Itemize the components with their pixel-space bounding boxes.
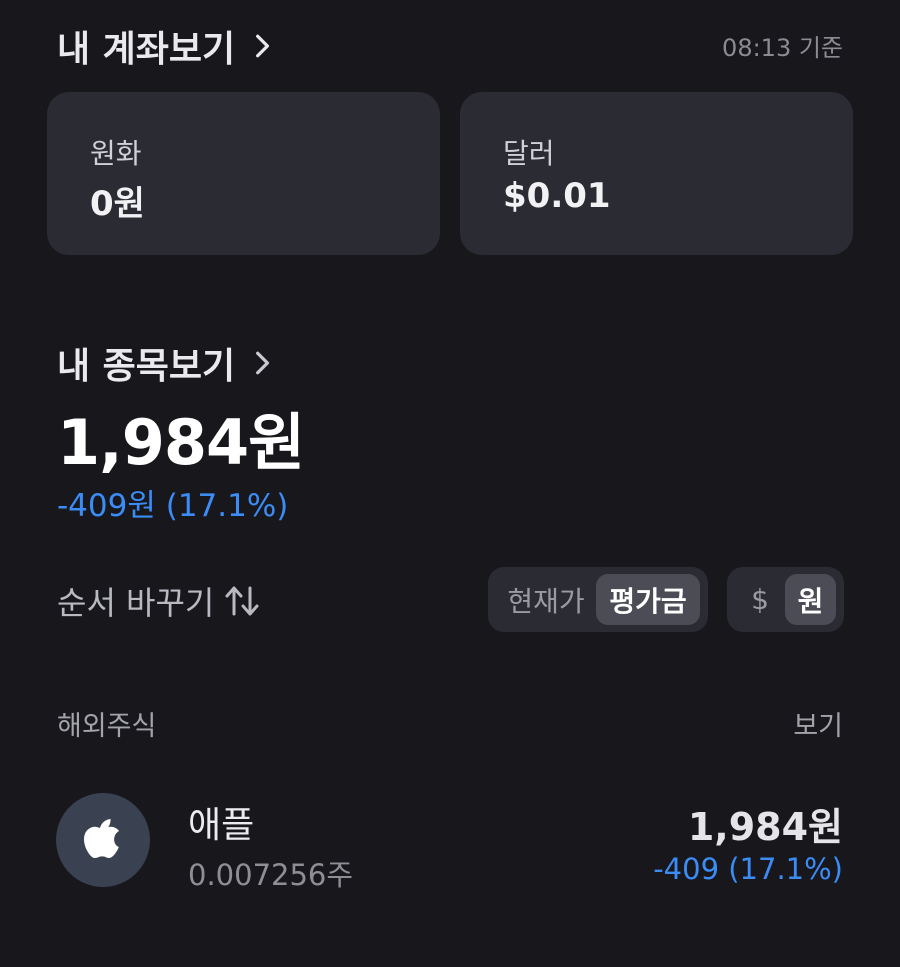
account-section-title: 내 계좌보기 <box>57 29 236 70</box>
holdings-section-link[interactable]: 내 종목보기 <box>57 337 275 389</box>
current-price-option[interactable]: 현재가 <box>496 574 596 625</box>
won-option[interactable]: 원 <box>785 574 836 625</box>
usd-value: $0.01 <box>503 176 611 216</box>
dollar-option[interactable]: $ <box>735 574 785 625</box>
stock-row[interactable]: 애플 0.007256주 1,984원 -409 (17.1%) <box>0 770 900 910</box>
account-section-link[interactable]: 내 계좌보기 <box>57 20 275 72</box>
chevron-right-icon <box>256 351 270 375</box>
currency-toggle[interactable]: $ 원 <box>727 567 844 632</box>
view-options-button[interactable]: 보기 <box>793 704 843 743</box>
krw-label: 원화 <box>90 137 142 170</box>
apple-logo-icon <box>84 819 120 859</box>
stock-change: -409 (17.1%) <box>653 852 843 886</box>
chevron-right-icon <box>256 34 270 58</box>
stock-value: 1,984원 <box>687 805 843 849</box>
stock-quantity: 0.007256주 <box>188 858 354 892</box>
account-timestamp: 08:13 기준 <box>722 34 843 62</box>
category-label: 해외주식 <box>57 711 157 742</box>
sort-arrows-icon <box>225 586 259 616</box>
stock-name: 애플 <box>188 805 255 846</box>
sort-order-button[interactable]: 순서 바꾸기 <box>57 578 260 624</box>
usd-balance-card[interactable]: 달러 $0.01 <box>460 92 853 255</box>
krw-value: 0원 <box>90 184 145 224</box>
stock-avatar <box>56 793 150 887</box>
holdings-section-title: 내 종목보기 <box>57 346 236 387</box>
holdings-total-value: 1,984원 <box>57 406 305 479</box>
usd-label: 달러 <box>503 137 555 170</box>
price-mode-toggle[interactable]: 현재가 평가금 <box>488 567 708 632</box>
holdings-total-change: -409원 (17.1%) <box>57 488 289 524</box>
sort-order-label: 순서 바꾸기 <box>57 584 215 622</box>
evaluation-amount-option[interactable]: 평가금 <box>596 574 700 625</box>
krw-balance-card[interactable]: 원화 0원 <box>47 92 440 255</box>
